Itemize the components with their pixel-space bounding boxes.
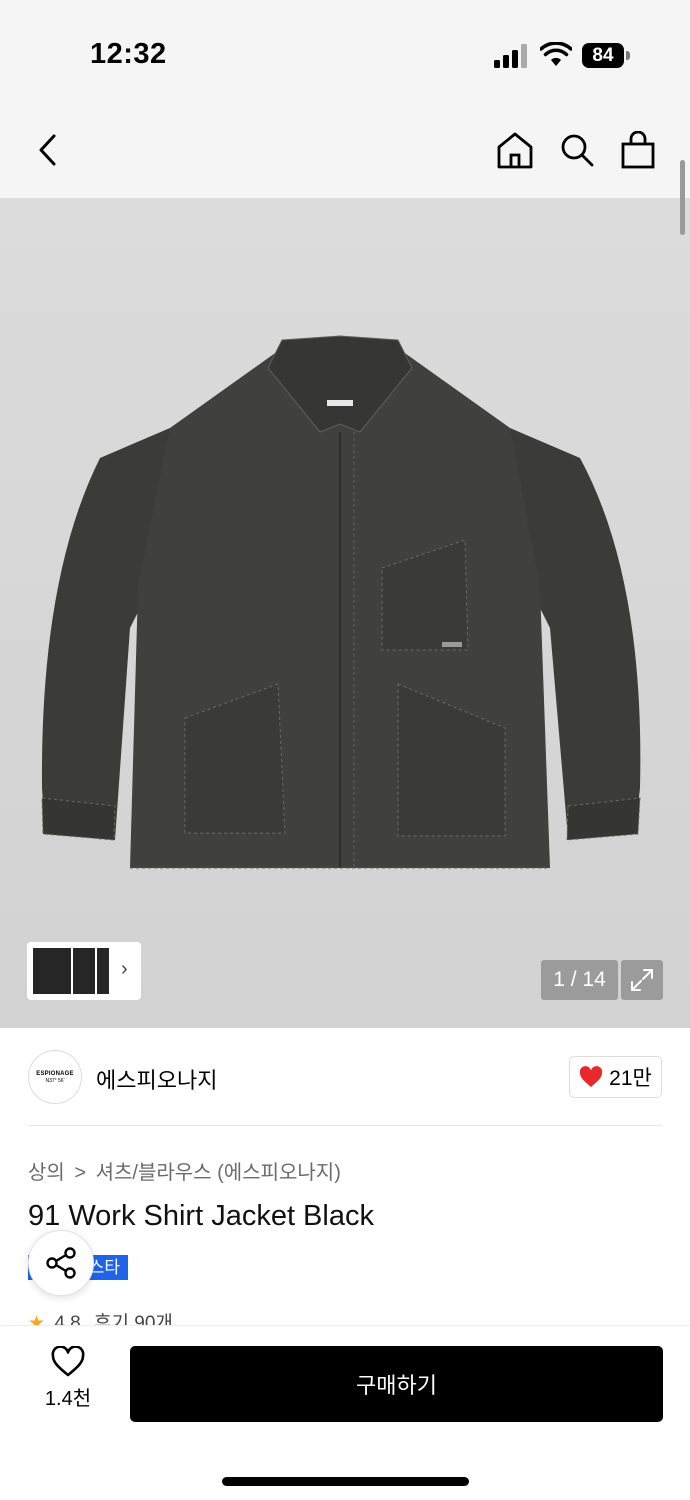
thumbnail-1[interactable] (33, 948, 71, 994)
share-icon (46, 1247, 76, 1279)
brand-like-count: 21만 (609, 1067, 652, 1090)
search-button[interactable] (555, 128, 599, 172)
buy-button[interactable]: 구매하기 (130, 1346, 663, 1422)
home-button[interactable] (493, 128, 537, 172)
breadcrumb-level1[interactable]: 상의 (28, 1162, 65, 1184)
chevron-left-icon (39, 134, 56, 166)
navigation-bar (0, 110, 690, 198)
status-bar: 12:32 84 (0, 0, 690, 110)
product-gallery[interactable]: › 1 / 14 (0, 198, 690, 1028)
scroll-indicator[interactable] (680, 160, 685, 235)
status-time: 12:32 (90, 38, 167, 70)
brand-logo-sub: N37° 56' (45, 1077, 65, 1084)
wifi-icon (540, 42, 572, 66)
chevron-right-icon[interactable]: › (121, 958, 128, 981)
share-button[interactable] (28, 1230, 94, 1296)
brand-logo-text: ESPIONAGE (36, 1070, 74, 1077)
battery-level: 84 (582, 43, 624, 68)
back-button[interactable] (26, 128, 70, 172)
cart-button[interactable] (616, 128, 660, 172)
battery-cap (626, 51, 630, 60)
brand-like-button[interactable]: 21만 (569, 1056, 662, 1098)
brand-name[interactable]: 에스피오나지 (96, 1063, 217, 1095)
wishlist-count: 1.4천 (44, 1388, 92, 1410)
thumbnail-2[interactable] (73, 948, 95, 994)
signal-icon (494, 44, 527, 68)
breadcrumb-level2[interactable]: 셔츠/블라우스 (에스피오나지) (96, 1162, 341, 1184)
bottom-action-bar: 1.4천 구매하기 (0, 1325, 690, 1500)
shopping-bag-icon (621, 131, 655, 169)
heart-filled-icon (580, 1066, 603, 1087)
thumbnail-3[interactable] (97, 948, 109, 994)
home-icon (497, 132, 533, 169)
search-icon (561, 134, 594, 167)
thumbnail-strip[interactable]: › (27, 942, 141, 1000)
heart-outline-icon (51, 1346, 85, 1377)
image-counter: 1 / 14 (541, 960, 618, 1000)
brand-logo[interactable]: ESPIONAGE N37° 56' (28, 1050, 82, 1104)
product-image[interactable] (20, 328, 660, 873)
battery-icon: 84 (582, 43, 630, 68)
brand-row: ESPIONAGE N37° 56' 에스피오나지 21만 (28, 1050, 662, 1104)
expand-icon (631, 969, 653, 991)
wishlist-button[interactable]: 1.4천 (30, 1346, 106, 1426)
breadcrumb: 상의 > 셔츠/블라우스 (에스피오나지) (28, 1156, 345, 1185)
divider (28, 1125, 662, 1126)
breadcrumb-separator: > (74, 1162, 87, 1184)
product-title: 91 Work Shirt Jacket Black (28, 1200, 374, 1232)
expand-button[interactable] (621, 960, 663, 1000)
home-indicator (222, 1477, 469, 1486)
